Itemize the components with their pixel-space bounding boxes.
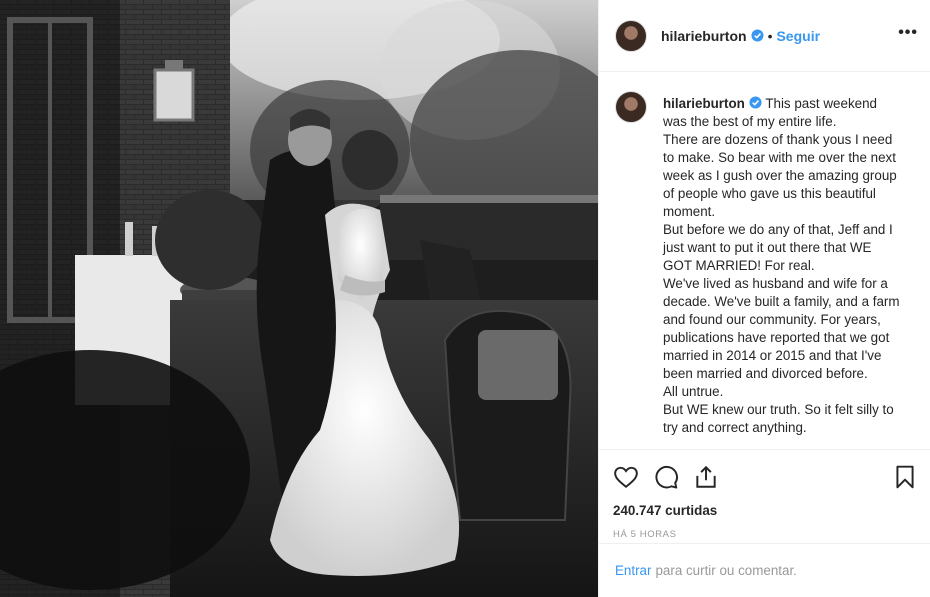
- more-options-icon[interactable]: •••: [898, 24, 918, 42]
- post-sidebar: hilarieburton • Seguir ••• hilarieburton…: [598, 0, 930, 597]
- follow-button[interactable]: Seguir: [776, 28, 820, 44]
- share-icon[interactable]: [693, 464, 719, 490]
- post-actions: 240.747 curtidas HÁ 5 HORAS: [599, 449, 930, 540]
- separator-dot: •: [767, 27, 773, 44]
- wedding-photo-image: [0, 0, 598, 597]
- caption-body: hilarieburton This past weekend was the …: [663, 95, 903, 437]
- caption-area: hilarieburton This past weekend was the …: [599, 73, 930, 448]
- caption-text: This past weekend was the best of my ent…: [663, 96, 900, 435]
- comment-bar: Entrar para curtir ou comentar.: [599, 543, 930, 597]
- login-link[interactable]: Entrar: [615, 563, 651, 578]
- bookmark-icon[interactable]: [892, 464, 918, 490]
- action-icons: [613, 460, 918, 494]
- likes-count[interactable]: 240.747 curtidas: [613, 503, 918, 518]
- username-link[interactable]: hilarieburton: [661, 28, 747, 44]
- post-timestamp[interactable]: HÁ 5 HORAS: [613, 529, 918, 540]
- verified-badge-icon: [751, 29, 764, 42]
- verified-badge-icon: [749, 96, 762, 109]
- instagram-post: hilarieburton • Seguir ••• hilarieburton…: [0, 0, 930, 597]
- comment-bubble-icon[interactable]: [653, 464, 679, 490]
- caption-username-link[interactable]: hilarieburton: [663, 96, 745, 111]
- heart-icon[interactable]: [613, 464, 639, 490]
- avatar[interactable]: [615, 19, 647, 52]
- caption-row: hilarieburton This past weekend was the …: [615, 91, 914, 437]
- comment-prompt: para curtir ou comentar.: [655, 563, 797, 578]
- post-photo[interactable]: [0, 0, 598, 597]
- caption-avatar[interactable]: [615, 91, 647, 123]
- post-header: hilarieburton • Seguir •••: [599, 0, 930, 72]
